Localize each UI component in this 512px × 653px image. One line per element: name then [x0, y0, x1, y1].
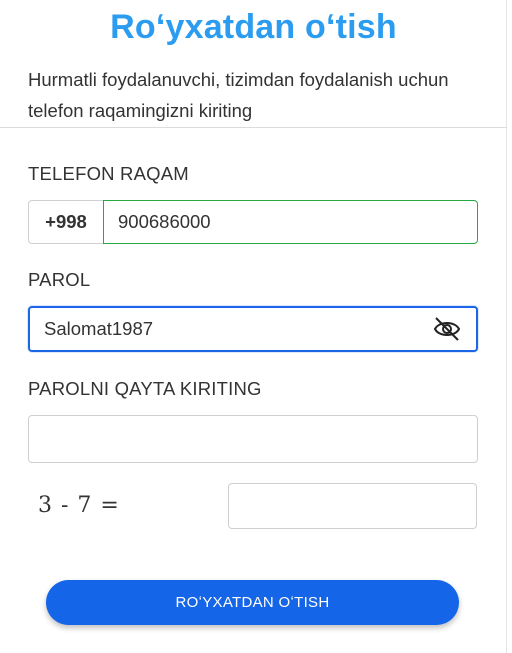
- page-title: Roʻyxatdan oʻtish: [110, 8, 397, 46]
- password-repeat-label: PAROLNI QAYTA KIRITING: [28, 378, 262, 399]
- phone-input-group: +998: [28, 200, 478, 244]
- phone-prefix: +998: [28, 200, 103, 244]
- eye-slash-icon[interactable]: [432, 315, 462, 343]
- captcha-expression: 3 - 7 =: [38, 493, 120, 518]
- password-label: PAROL: [28, 269, 91, 290]
- phone-input[interactable]: [103, 200, 478, 244]
- instructions-text: Hurmatli foydalanuvchi, tizimdan foydala…: [28, 69, 449, 121]
- phone-label: TELEFON RAQAM: [28, 163, 189, 184]
- password-field: [28, 306, 478, 352]
- captcha-answer-input[interactable]: [228, 483, 477, 529]
- password-repeat-input[interactable]: [28, 415, 478, 463]
- register-button[interactable]: ROʻYXATDAN OʻTISH: [46, 580, 459, 625]
- divider: [0, 127, 507, 128]
- registration-card: Roʻyxatdan oʻtish Hurmatli foydalanuvchi…: [0, 0, 507, 653]
- password-input[interactable]: [44, 318, 432, 340]
